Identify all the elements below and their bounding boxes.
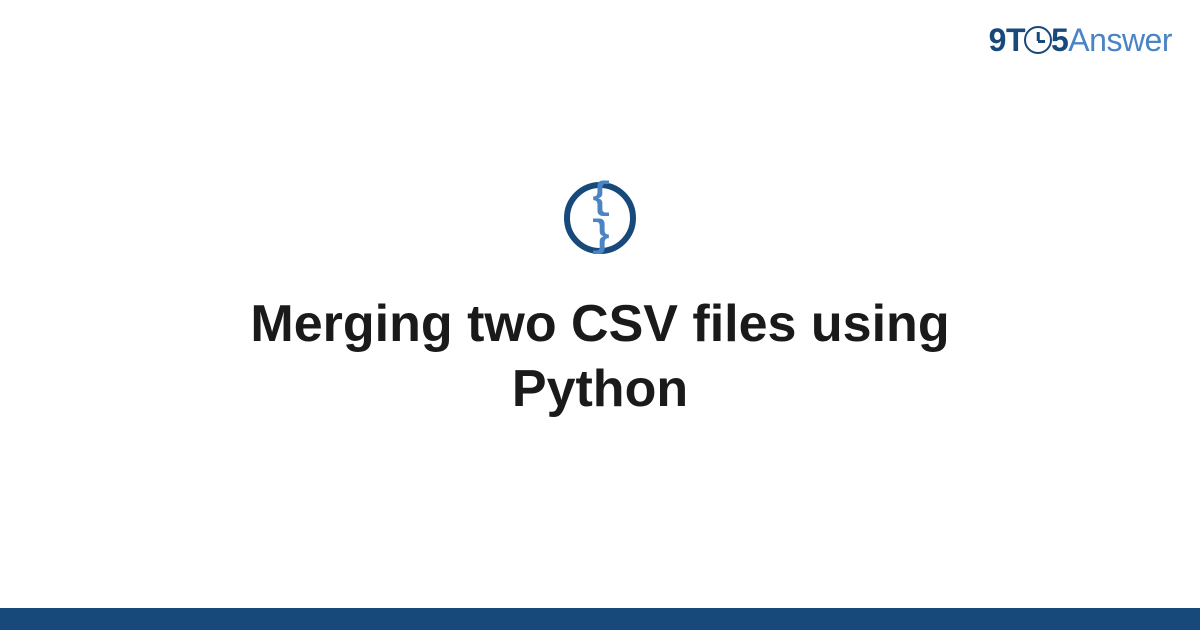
site-logo: 9T 5Answer (989, 22, 1172, 59)
code-braces-icon: { } (564, 182, 636, 254)
footer-bar (0, 608, 1200, 630)
main-content: { } Merging two CSV files using Python (0, 182, 1200, 422)
clock-icon (1024, 26, 1052, 54)
logo-text-9t: 9T (989, 22, 1025, 58)
logo-text-5: 5 (1051, 22, 1068, 58)
logo-text-answer: Answer (1068, 22, 1172, 58)
code-braces-glyph: { } (570, 180, 630, 256)
page-title: Merging two CSV files using Python (170, 292, 1030, 422)
